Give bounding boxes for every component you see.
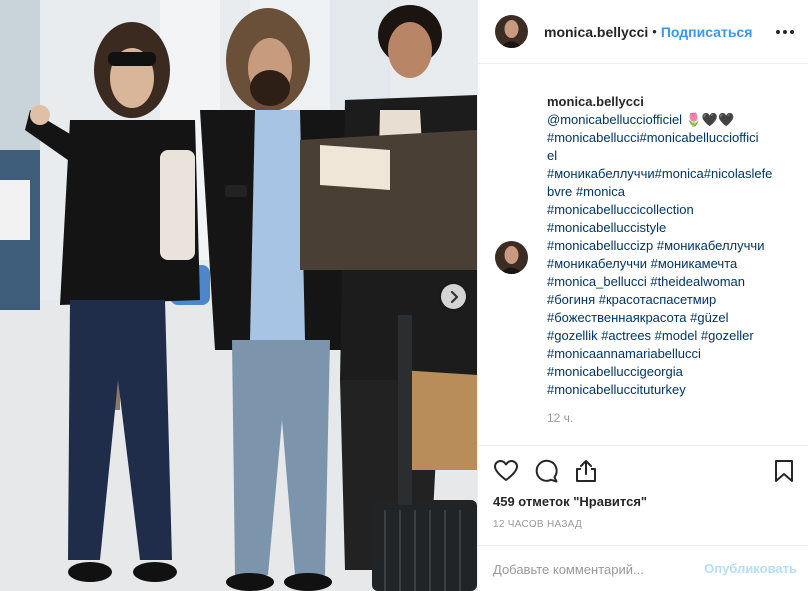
- likes-count[interactable]: 459 отметок "Нравится": [493, 494, 647, 509]
- caption-line[interactable]: bvre #monica: [547, 183, 791, 201]
- more-options-button[interactable]: [775, 24, 795, 40]
- post-side-panel: monica.bellycci • Подписаться monica.bel…: [477, 0, 808, 591]
- caption-line[interactable]: #monica_bellucci #theidealwoman: [547, 273, 791, 291]
- avatar[interactable]: [495, 15, 528, 48]
- header-separator: •: [652, 24, 657, 39]
- more-horizontal-icon: [776, 30, 794, 34]
- caption-line[interactable]: #моникабелуччи #моникамечта: [547, 255, 791, 273]
- caption-line[interactable]: @monicabellucciofficiel 🌷🖤🖤: [547, 111, 791, 129]
- comment-button[interactable]: [533, 458, 559, 484]
- caption-avatar[interactable]: [495, 241, 528, 274]
- next-photo-button[interactable]: [441, 284, 466, 309]
- caption-line[interactable]: #gozellik #actrees #model #gozeller: [547, 327, 791, 345]
- comment-form: Опубликовать: [478, 545, 808, 591]
- caption-line[interactable]: #богиня #красотаспасетмир: [547, 291, 791, 309]
- caption-line[interactable]: #моникабеллуччи#monica#nicolaslefe: [547, 165, 791, 183]
- caption-line[interactable]: #monicabelluccigeorgia: [547, 363, 791, 381]
- comment-bubble-icon: [535, 459, 558, 483]
- post-modal: monica.bellycci • Подписаться monica.bel…: [0, 0, 808, 591]
- photo-illustration: [0, 0, 477, 591]
- caption-username[interactable]: monica.bellycci: [547, 93, 791, 111]
- bookmark-icon: [775, 460, 793, 482]
- avatar-image: [495, 241, 528, 274]
- follow-button[interactable]: Подписаться: [661, 24, 753, 40]
- chevron-right-icon: [450, 290, 458, 303]
- caption-line[interactable]: #monicabelluccicollection: [547, 201, 791, 219]
- caption-line[interactable]: #monicabelluccizp #моникабеллуччи: [547, 237, 791, 255]
- save-button[interactable]: [771, 458, 797, 484]
- caption-line[interactable]: #monicabelluccituturkey: [547, 381, 791, 399]
- post-header: monica.bellycci • Подписаться: [478, 0, 808, 64]
- posted-time[interactable]: 12 часов назад: [493, 519, 582, 530]
- caption-body: monica.bellycci @monicabellucciofficiel …: [547, 93, 791, 427]
- caption-line[interactable]: #monicabellucci#monicabelluccioffici: [547, 129, 791, 147]
- header-username[interactable]: monica.bellycci: [544, 24, 648, 40]
- share-button[interactable]: [573, 458, 599, 484]
- action-icons: [493, 458, 599, 484]
- publish-button[interactable]: Опубликовать: [704, 561, 797, 576]
- caption-line[interactable]: #monicaannamariabellucci: [547, 345, 791, 363]
- caption-line[interactable]: #божественнаякрасота #güzel: [547, 309, 791, 327]
- comment-input[interactable]: [493, 558, 693, 580]
- avatar-image: [495, 15, 528, 48]
- post-photo[interactable]: [0, 0, 477, 591]
- caption-line[interactable]: #monicabelluccistyle: [547, 219, 791, 237]
- caption-timestamp[interactable]: 12 ч.: [547, 409, 791, 427]
- share-icon: [576, 460, 596, 482]
- heart-icon: [494, 460, 518, 481]
- like-button[interactable]: [493, 458, 519, 484]
- caption-line[interactable]: el: [547, 147, 791, 165]
